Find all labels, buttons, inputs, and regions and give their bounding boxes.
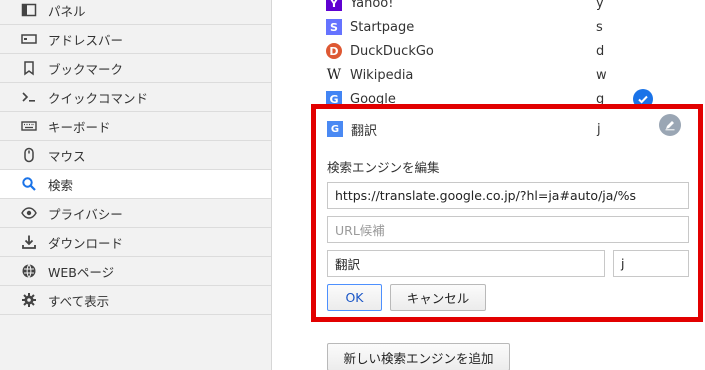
duckduckgo-icon: D bbox=[326, 43, 342, 59]
sidebar-item-label: パネル bbox=[48, 3, 86, 19]
engine-row-translate[interactable]: G 翻訳 j bbox=[327, 119, 682, 139]
cancel-button[interactable]: キャンセル bbox=[390, 284, 486, 311]
globe-icon bbox=[20, 262, 38, 280]
sidebar-item-label: 検索 bbox=[48, 177, 74, 193]
engine-row-startpage[interactable]: S Startpage s bbox=[326, 15, 666, 39]
sidebar-item-search[interactable]: 検索 bbox=[0, 170, 271, 199]
engine-row-yahoo[interactable]: Y Yahoo! y bbox=[326, 0, 666, 15]
add-search-engine-button[interactable]: 新しい検索エンジンを追加 bbox=[327, 343, 510, 370]
mouse-icon bbox=[20, 146, 38, 164]
google-translate-icon: G bbox=[327, 121, 343, 137]
sidebar-item-downloads[interactable]: ダウンロード bbox=[0, 228, 271, 257]
sidebar-item-label: WEBページ bbox=[48, 264, 115, 280]
wikipedia-icon: W bbox=[326, 67, 342, 83]
edit-pencil-icon[interactable] bbox=[659, 114, 681, 136]
ok-button[interactable]: OK bbox=[327, 284, 382, 311]
download-icon bbox=[20, 233, 38, 251]
eye-icon bbox=[20, 204, 38, 222]
engine-name: DuckDuckGo bbox=[350, 43, 434, 59]
keyboard-icon bbox=[20, 117, 38, 135]
engine-row-wikipedia[interactable]: W Wikipedia w bbox=[326, 63, 666, 87]
sidebar-item-address-bar[interactable]: アドレスバー bbox=[0, 25, 271, 54]
sidebar-item-label: ダウンロード bbox=[48, 235, 124, 251]
settings-sidebar: パネル アドレスバー ブックマーク クイックコマンド キーボード マウス 検索 … bbox=[0, 0, 272, 370]
engine-keyword: j bbox=[597, 121, 601, 137]
engine-row-duckduckgo[interactable]: D DuckDuckGo d bbox=[326, 39, 666, 63]
sidebar-item-privacy[interactable]: プライバシー bbox=[0, 199, 271, 228]
url-suggest-input[interactable]: URL候補 bbox=[327, 216, 689, 243]
engine-keyword: d bbox=[596, 43, 605, 59]
sidebar-item-label: クイックコマンド bbox=[48, 90, 149, 106]
engine-name: Wikipedia bbox=[350, 67, 414, 83]
engine-keyword-input[interactable]: j bbox=[613, 250, 689, 277]
engine-name: Startpage bbox=[350, 19, 415, 35]
engine-name: 翻訳 bbox=[351, 123, 378, 139]
sidebar-item-label: ブックマーク bbox=[48, 61, 124, 77]
sidebar-item-keyboard[interactable]: キーボード bbox=[0, 112, 271, 141]
bookmark-icon bbox=[20, 59, 38, 77]
sidebar-item-bookmarks[interactable]: ブックマーク bbox=[0, 54, 271, 83]
engine-name: Yahoo! bbox=[350, 0, 394, 11]
engine-url-input[interactable]: https://translate.google.co.jp/?hl=ja#au… bbox=[327, 182, 689, 209]
address-bar-icon bbox=[20, 30, 38, 48]
sidebar-item-mouse[interactable]: マウス bbox=[0, 141, 271, 170]
sidebar-item-label: アドレスバー bbox=[48, 32, 124, 48]
startpage-icon: S bbox=[326, 19, 342, 35]
engine-keyword: y bbox=[596, 0, 604, 11]
sidebar-item-panel[interactable]: パネル bbox=[0, 0, 271, 25]
engine-keyword: w bbox=[596, 67, 607, 83]
engine-keyword: s bbox=[596, 19, 603, 35]
edit-engine-title: 検索エンジンを編集 bbox=[327, 160, 440, 175]
sidebar-item-label: すべて表示 bbox=[48, 293, 110, 309]
sidebar-item-webpages[interactable]: WEBページ bbox=[0, 257, 271, 286]
sidebar-item-quick-commands[interactable]: クイックコマンド bbox=[0, 83, 271, 112]
engine-name-input[interactable]: 翻訳 bbox=[327, 250, 605, 277]
sidebar-item-label: プライバシー bbox=[48, 206, 123, 222]
edit-engine-panel: G 翻訳 j 検索エンジンを編集 https://translate.googl… bbox=[311, 104, 703, 322]
sidebar-item-label: キーボード bbox=[48, 119, 111, 135]
panel-icon bbox=[20, 1, 38, 19]
sidebar-item-label: マウス bbox=[48, 148, 86, 164]
quick-command-icon bbox=[20, 88, 38, 106]
search-settings-pane: Y Yahoo! y S Startpage s D DuckDuckGo d … bbox=[273, 0, 705, 370]
gear-icon bbox=[20, 291, 38, 309]
yahoo-icon: Y bbox=[326, 0, 342, 11]
sidebar-item-show-all[interactable]: すべて表示 bbox=[0, 286, 271, 315]
search-icon bbox=[20, 175, 38, 193]
